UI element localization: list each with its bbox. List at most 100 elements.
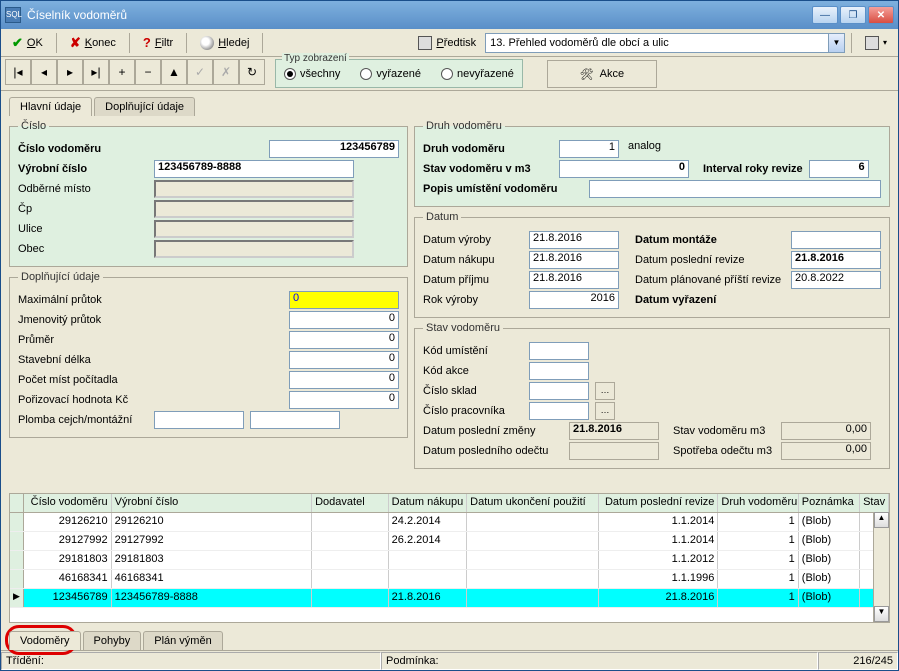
lbl-prumer: Průměr bbox=[18, 334, 148, 346]
nav-next[interactable]: ▸ bbox=[57, 59, 83, 85]
nav-del[interactable]: − bbox=[135, 59, 161, 85]
inp-druh-id[interactable]: 1 bbox=[559, 140, 619, 158]
nav-prev[interactable]: ◂ bbox=[31, 59, 57, 85]
inp-max-prutok[interactable]: 0 bbox=[289, 291, 399, 309]
nav-cancel[interactable]: ✗ bbox=[213, 59, 239, 85]
data-grid[interactable]: Číslo vodoměru Výrobní číslo Dodavatel D… bbox=[9, 493, 890, 623]
lbl-datum-posledni: Datum poslední revize bbox=[625, 254, 785, 266]
table-row[interactable]: 29181803291818031.1.20121(Blob) bbox=[10, 551, 889, 570]
col-dodavatel[interactable]: Dodavatel bbox=[312, 494, 389, 512]
inp-cislo-sklad[interactable] bbox=[529, 382, 589, 400]
inp-cislo-pracovnika[interactable] bbox=[529, 402, 589, 420]
hledej-button[interactable]: Hledej bbox=[193, 32, 256, 54]
col-datum-ukonceni[interactable]: Datum ukončení použití bbox=[467, 494, 599, 512]
nav-refresh[interactable]: ↻ bbox=[239, 59, 265, 85]
table-row[interactable]: 291279922912799226.2.20141.1.20141(Blob) bbox=[10, 532, 889, 551]
tab-hlavni-udaje[interactable]: Hlavní údaje bbox=[9, 97, 92, 116]
form-tabs: Hlavní údaje Doplňující údaje bbox=[1, 91, 898, 116]
inp-prumer[interactable]: 0 bbox=[289, 331, 399, 349]
table-row[interactable]: 46168341461683411.1.19961(Blob) bbox=[10, 570, 889, 589]
inp-datum-vyroby[interactable]: 21.8.2016 bbox=[529, 231, 619, 249]
druh-group: Druh vodoměru Druh vodoměru1analog Stav … bbox=[414, 120, 890, 207]
inp-odberne-misto bbox=[154, 180, 354, 198]
btn-sklad-lookup[interactable]: … bbox=[595, 382, 615, 400]
inp-interval[interactable]: 6 bbox=[809, 160, 869, 178]
inp-datum-odectu bbox=[569, 442, 659, 460]
inp-pocet-mist[interactable]: 0 bbox=[289, 371, 399, 389]
grid-body[interactable]: 291262102912621024.2.20141.1.20141(Blob)… bbox=[10, 513, 889, 608]
inp-plomba-1[interactable] bbox=[154, 411, 244, 429]
minimize-button[interactable]: — bbox=[812, 6, 838, 24]
inp-popis[interactable] bbox=[589, 180, 881, 198]
lbl-druh: Druh vodoměru bbox=[423, 143, 553, 155]
lbl-cp: Čp bbox=[18, 203, 148, 215]
inp-ulice bbox=[154, 220, 354, 238]
inp-datum-montaze[interactable] bbox=[791, 231, 881, 249]
nav-edit[interactable]: ▲ bbox=[161, 59, 187, 85]
close-button[interactable]: ✕ bbox=[868, 6, 894, 24]
akce-button[interactable]: 🛠Akce bbox=[547, 60, 657, 88]
lbl-datum-montaze: Datum montáže bbox=[625, 234, 785, 246]
col-stav[interactable]: Stav bbox=[860, 494, 889, 512]
table-row[interactable]: 291262102912621024.2.20141.1.20141(Blob) bbox=[10, 513, 889, 532]
nav-first[interactable]: |◂ bbox=[5, 59, 31, 85]
col-vyrobni-cislo[interactable]: Výrobní číslo bbox=[112, 494, 312, 512]
btn-pracovnik-lookup[interactable]: … bbox=[595, 402, 615, 420]
inp-plomba-2[interactable] bbox=[250, 411, 340, 429]
vertical-scrollbar[interactable]: ▲ ▼ bbox=[873, 512, 889, 622]
inp-spotreba: 0,00 bbox=[781, 442, 871, 460]
nav-commit[interactable]: ✓ bbox=[187, 59, 213, 85]
inp-vyrobni-cislo[interactable]: 123456789-8888 bbox=[154, 160, 354, 178]
tab-pohyby[interactable]: Pohyby bbox=[83, 631, 142, 650]
col-cislo-vodomeru[interactable]: Číslo vodoměru bbox=[24, 494, 112, 512]
lbl-ulice: Ulice bbox=[18, 223, 148, 235]
konec-button[interactable]: ✘Konec bbox=[63, 32, 123, 54]
chevron-down-icon[interactable]: ▼ bbox=[828, 34, 844, 52]
predtisk-button[interactable]: Předtisk bbox=[411, 32, 483, 54]
predtisk-combo[interactable]: 13. Přehled vodoměrů dle obcí a ulic ▼ bbox=[485, 33, 845, 53]
inp-poriz[interactable]: 0 bbox=[289, 391, 399, 409]
radio-vsechny[interactable]: všechny bbox=[284, 68, 340, 80]
lbl-datum-plan: Datum plánované příští revize bbox=[625, 274, 785, 286]
lbl-jmen-prutok: Jmenovitý průtok bbox=[18, 314, 148, 326]
col-druh-vodomeru[interactable]: Druh vodoměru bbox=[718, 494, 798, 512]
ok-button[interactable]: ✔OOKK bbox=[5, 32, 50, 54]
status-trideni: Třídění: bbox=[1, 652, 381, 670]
druh-legend: Druh vodoměru bbox=[423, 120, 505, 132]
tab-vodomery[interactable]: Vodoměry bbox=[9, 631, 81, 650]
inp-datum-prijmu[interactable]: 21.8.2016 bbox=[529, 271, 619, 289]
inp-stav-m3[interactable]: 0 bbox=[559, 160, 689, 178]
stav-legend: Stav vodoměru bbox=[423, 322, 503, 334]
lbl-cislo-sklad: Číslo sklad bbox=[423, 385, 523, 397]
table-row[interactable]: ▶123456789123456789-888821.8.201621.8.20… bbox=[10, 589, 889, 608]
inp-kod-umisteni[interactable] bbox=[529, 342, 589, 360]
inp-rok-vyroby[interactable]: 2016 bbox=[529, 291, 619, 309]
print-button[interactable]: ▾ bbox=[858, 32, 894, 54]
col-datum-posledni-revize[interactable]: Datum poslední revize bbox=[599, 494, 718, 512]
inp-stav-delka[interactable]: 0 bbox=[289, 351, 399, 369]
nav-add[interactable]: + bbox=[109, 59, 135, 85]
radio-nevyrazene[interactable]: nevyřazené bbox=[441, 68, 514, 80]
inp-jmen-prutok[interactable]: 0 bbox=[289, 311, 399, 329]
stav-group: Stav vodoměru Kód umístění Kód akce Čísl… bbox=[414, 322, 890, 469]
inp-datum-nakupu[interactable]: 21.8.2016 bbox=[529, 251, 619, 269]
scroll-down[interactable]: ▼ bbox=[874, 606, 889, 622]
radio-vyrazene[interactable]: vyřazené bbox=[360, 68, 421, 80]
tab-plan-vymen[interactable]: Plán výměn bbox=[143, 631, 222, 650]
app-icon: SQL bbox=[5, 7, 21, 23]
inp-kod-akce[interactable] bbox=[529, 362, 589, 380]
inp-datum-plan[interactable]: 20.8.2022 bbox=[791, 271, 881, 289]
inp-datum-posledni[interactable]: 21.8.2016 bbox=[791, 251, 881, 269]
lbl-stav-delka: Stavební délka bbox=[18, 354, 148, 366]
status-bar: Třídění: Podmínka: 216/245 bbox=[1, 650, 898, 670]
inp-cislo-vodomeru[interactable]: 123456789 bbox=[269, 140, 399, 158]
col-datum-nakupu[interactable]: Datum nákupu bbox=[389, 494, 467, 512]
print-preview-icon bbox=[418, 36, 432, 50]
scroll-up[interactable]: ▲ bbox=[874, 512, 889, 528]
tab-doplnujici-udaje[interactable]: Doplňující údaje bbox=[94, 97, 195, 116]
filtr-button[interactable]: ?Filtr bbox=[136, 32, 180, 54]
maximize-button[interactable]: ❐ bbox=[840, 6, 866, 24]
col-poznamka[interactable]: Poznámka bbox=[799, 494, 860, 512]
cislo-group: Číslo Číslo vodoměru123456789 Výrobní čí… bbox=[9, 120, 408, 267]
nav-last[interactable]: ▸| bbox=[83, 59, 109, 85]
